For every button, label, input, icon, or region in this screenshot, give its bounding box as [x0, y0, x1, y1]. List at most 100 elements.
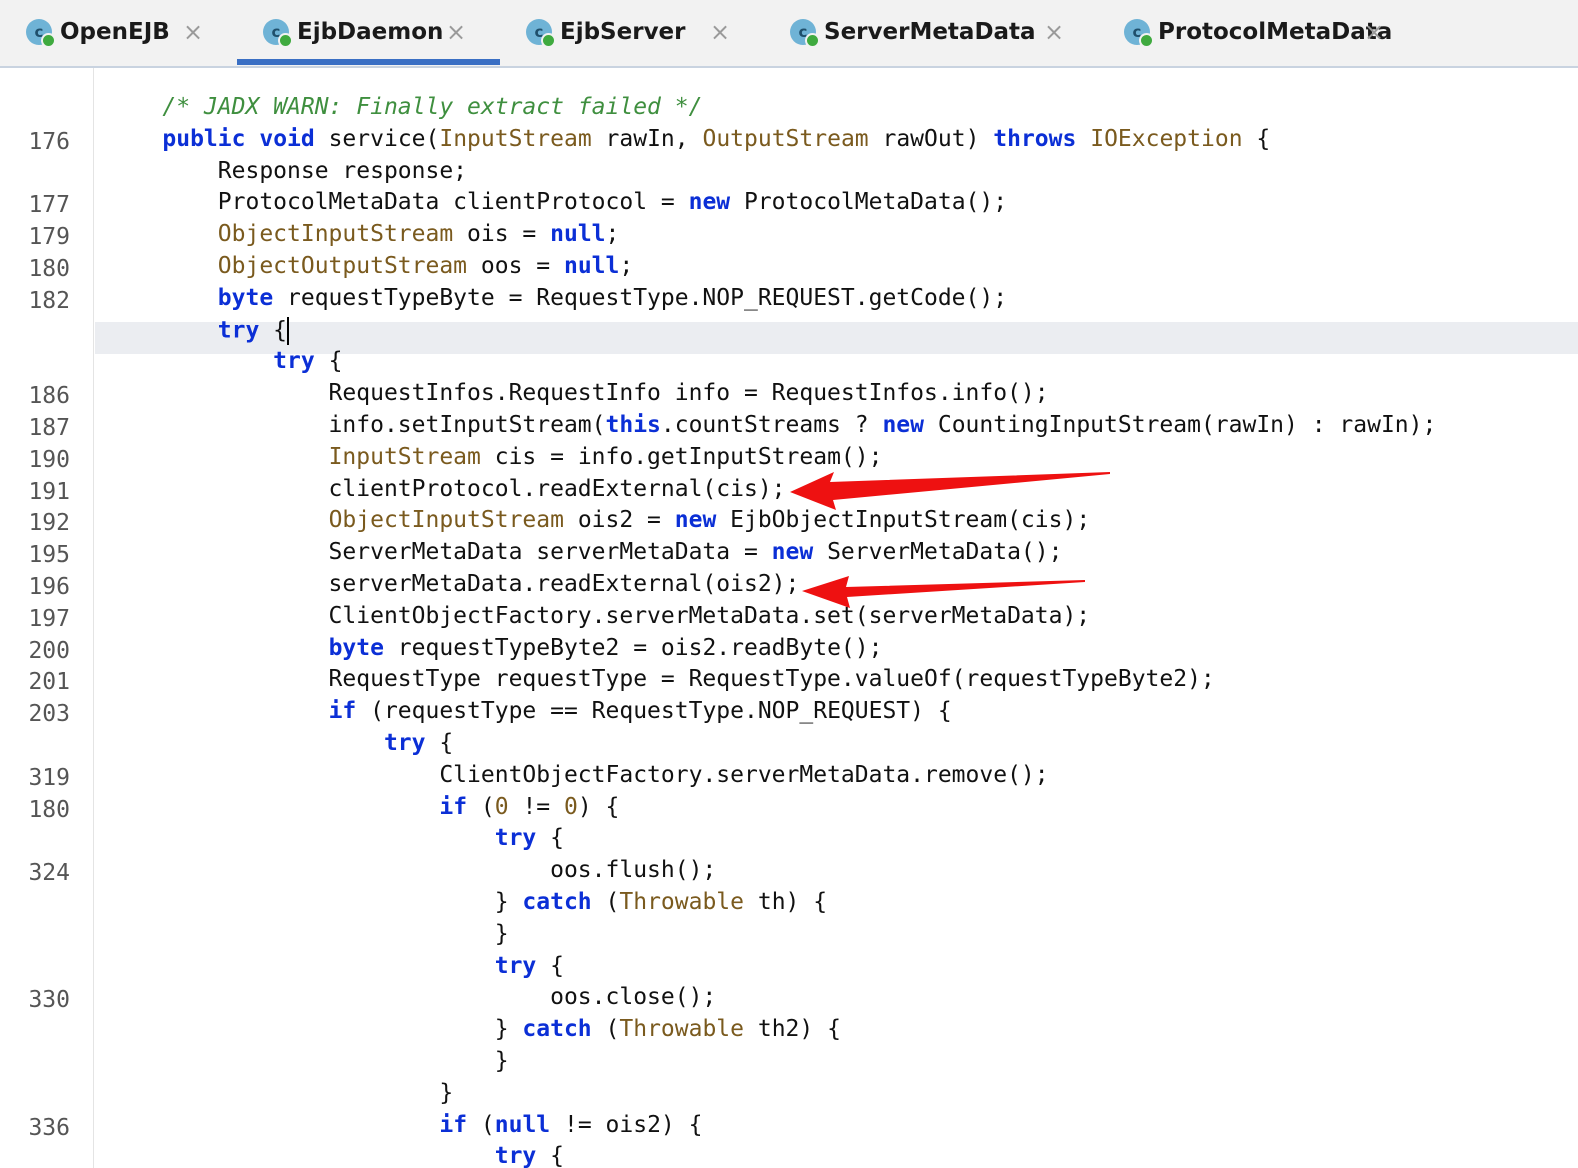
- close-icon[interactable]: ×: [1362, 20, 1386, 44]
- code-line: } catch (Throwable th) {: [107, 889, 827, 921]
- class-icon: c: [26, 19, 56, 48]
- code-token: ProtocolMetaData clientProtocol =: [107, 189, 689, 216]
- keyword-token: if: [439, 1111, 468, 1138]
- code-token: rawOut): [868, 125, 994, 152]
- code-line: ObjectInputStream ois2 = new EjbObjectIn…: [107, 507, 1091, 539]
- code-line: byte requestTypeByte = RequestType.NOP_R…: [107, 285, 1007, 317]
- tab-ejbserver[interactable]: c EjbServer ×: [500, 0, 764, 64]
- keyword-token: try: [494, 825, 537, 852]
- line-number: 324: [28, 860, 70, 887]
- code-line: byte requestTypeByte2 = ois2.readByte();: [107, 634, 883, 667]
- code-line: } catch (Throwable th2) {: [107, 1016, 841, 1048]
- line-number: 177: [28, 192, 70, 219]
- code-token: th2) {: [744, 1016, 841, 1043]
- code-token: !=: [508, 793, 564, 820]
- keyword-token: null: [494, 1111, 551, 1138]
- tab-label: ProtocolMetaData: [1158, 19, 1393, 45]
- close-icon[interactable]: ×: [708, 20, 732, 44]
- code-line: RequestInfos.RequestInfo info = RequestI…: [107, 380, 1049, 412]
- code-line: }: [107, 1080, 453, 1112]
- line-number: 190: [28, 446, 70, 473]
- keyword-token: byte: [328, 634, 384, 661]
- code-token: CountingInputStream(rawIn) : rawIn);: [924, 412, 1437, 438]
- code-line: RequestType requestType = RequestType.va…: [107, 666, 1215, 698]
- code-line: serverMetaData.readExternal(ois2);: [107, 571, 800, 603]
- keyword-token: try: [494, 952, 537, 979]
- line-number: 180: [28, 256, 70, 282]
- code-line: oos.flush();: [107, 857, 716, 889]
- code-line: if (null != ois2) {: [107, 1112, 702, 1144]
- keyword-token: try: [273, 348, 315, 375]
- code-token: (: [591, 889, 620, 915]
- close-icon[interactable]: ×: [444, 20, 468, 44]
- code-token: {: [536, 952, 564, 979]
- type-token: IOException: [1090, 125, 1243, 152]
- code-token: {: [425, 730, 454, 756]
- runnable-dot-icon: [1139, 33, 1154, 48]
- tab-ejbdaemon[interactable]: c EjbDaemon ×: [237, 0, 500, 65]
- tab-label: OpenEJB: [60, 19, 170, 45]
- code-line: if (requestType == RequestType.NOP_REQUE…: [107, 698, 952, 730]
- code-line: public void service(InputStream rawIn, O…: [107, 126, 1270, 158]
- line-number: 330: [28, 987, 70, 1014]
- code-line: ServerMetaData serverMetaData = new Serv…: [107, 539, 1063, 571]
- tab-label: ServerMetaData: [824, 19, 1036, 45]
- code-line: try {: [107, 825, 564, 857]
- code-token: RequestInfos.RequestInfo info = RequestI…: [107, 380, 1049, 407]
- type-token: 0: [494, 793, 509, 820]
- code-token: oos =: [467, 253, 564, 279]
- runnable-dot-icon: [278, 33, 293, 48]
- code-token: ) {: [577, 793, 620, 820]
- keyword-token: try: [217, 317, 260, 344]
- code-line: /* JADX WARN: Finally extract failed */: [107, 94, 702, 126]
- code-editor[interactable]: /* JADX WARN: Finally extract failed */ …: [95, 68, 1578, 1168]
- line-number: 176: [28, 128, 70, 155]
- code-line: ProtocolMetaData clientProtocol = new Pr…: [107, 189, 1007, 221]
- keyword-token: if: [328, 698, 357, 725]
- code-token: ServerMetaData serverMetaData =: [107, 539, 772, 566]
- code-token: EjbObjectInputStream(cis);: [716, 507, 1091, 534]
- code-line: info.setInputStream(this.countStreams ? …: [107, 412, 1437, 444]
- code-token: {: [536, 1143, 564, 1168]
- keyword-token: try: [494, 1143, 537, 1168]
- code-token: {: [314, 348, 343, 375]
- keyword-token: byte: [217, 284, 274, 311]
- line-number: 186: [28, 383, 70, 410]
- type-token: InputStream: [328, 443, 481, 470]
- code-token: ois2 =: [563, 507, 675, 534]
- tab-openejb[interactable]: c OpenEJB ×: [0, 0, 237, 64]
- code-token: th) {: [744, 889, 828, 915]
- code-line: ClientObjectFactory.serverMetaData.set(s…: [107, 603, 1091, 635]
- runnable-dot-icon: [805, 33, 820, 48]
- code-token: (: [467, 1111, 495, 1138]
- tab-protocolmetadata[interactable]: c ProtocolMetaData ×: [1098, 0, 1418, 64]
- code-token: }: [107, 1016, 523, 1043]
- close-icon[interactable]: ×: [181, 20, 205, 44]
- class-icon: c: [263, 19, 293, 48]
- keyword-token: null: [563, 253, 620, 279]
- close-icon[interactable]: ×: [1042, 20, 1066, 44]
- keyword-token: this: [605, 412, 661, 438]
- tab-label: EjbServer: [560, 19, 686, 45]
- code-token: ClientObjectFactory.serverMetaData.remov…: [107, 761, 1049, 788]
- tab-servermetadata[interactable]: c ServerMetaData ×: [764, 0, 1098, 64]
- code-token: .countStreams ?: [660, 412, 883, 438]
- code-token: ois =: [453, 221, 551, 248]
- code-line: }: [107, 921, 509, 953]
- keyword-token: new: [771, 539, 814, 566]
- runnable-dot-icon: [41, 33, 56, 48]
- code-line: ObjectInputStream ois = null;: [107, 221, 620, 253]
- line-number: 319: [28, 764, 70, 791]
- keyword-token: throws: [993, 125, 1077, 152]
- keyword-token: new: [674, 507, 717, 534]
